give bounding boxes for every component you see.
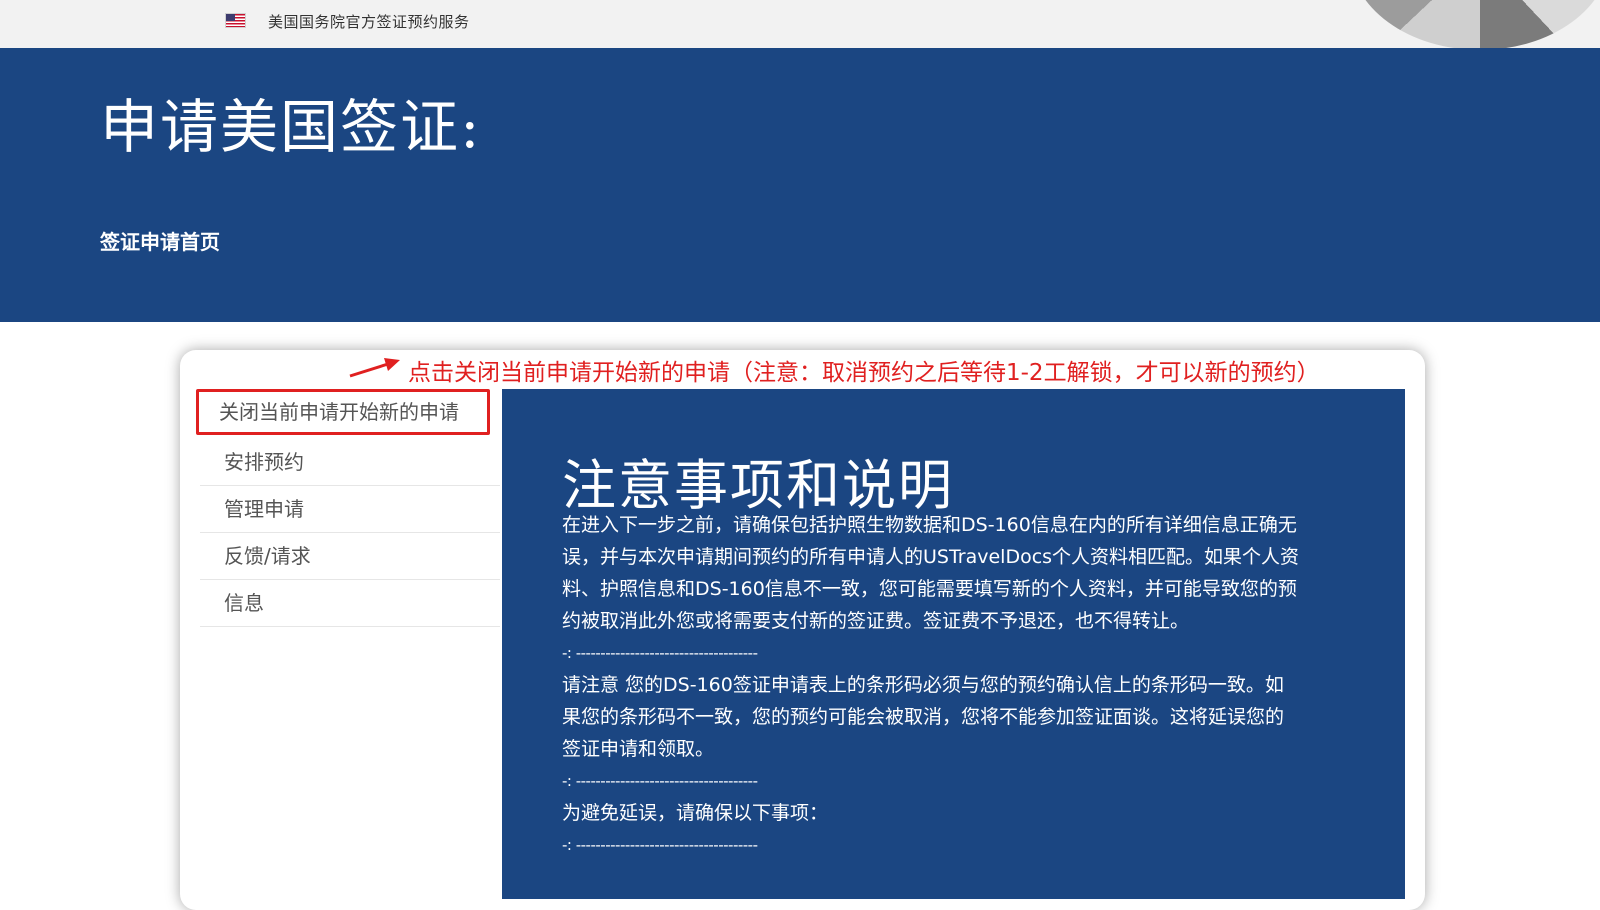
corner-decoration (1350, 0, 1600, 50)
sidebar-item-manage-application[interactable]: 管理申请 (200, 486, 500, 533)
us-flag-icon (226, 14, 245, 27)
sidebar: 关闭当前申请开始新的申请 安排预约 管理申请 反馈/请求 信息 (196, 389, 500, 627)
instructions-paragraph-1: 在进入下一步之前，请确保包括护照生物数据和DS-160信息在内的所有详细信息正确… (562, 514, 1300, 632)
page-title: 申请美国签证: (100, 93, 482, 161)
annotation-arrow-icon (349, 358, 400, 378)
page-header: 申请美国签证: 签证申请首页 (0, 48, 1600, 322)
divider-line: -: ------------------------------------- (562, 644, 758, 662)
sidebar-item-close-current-application[interactable]: 关闭当前申请开始新的申请 (196, 389, 490, 435)
main-panel: 注意事项和说明 在进入下一步之前，请确保包括护照生物数据和DS-160信息在内的… (502, 389, 1405, 899)
top-bar: 美国国务院官方签证预约服务 (0, 0, 1600, 50)
breadcrumb-home[interactable]: 签证申请首页 (100, 226, 220, 255)
divider-line: -: ------------------------------------- (562, 772, 758, 790)
instructions-text: 在进入下一步之前，请确保包括护照生物数据和DS-160信息在内的所有详细信息正确… (562, 509, 1302, 861)
annotation-text: 点击关闭当前申请开始新的申请（注意：取消预约之后等待1-2工解锁，才可以新的预约… (408, 360, 1320, 386)
site-name: 美国国务院官方签证预约服务 (268, 13, 470, 31)
sidebar-item-info[interactable]: 信息 (200, 580, 500, 627)
sidebar-item-feedback[interactable]: 反馈/请求 (200, 533, 500, 580)
divider-line: -: ------------------------------------- (562, 836, 758, 854)
sidebar-item-schedule-appointment[interactable]: 安排预约 (200, 439, 500, 486)
instructions-paragraph-3: 为避免延误，请确保以下事项： (562, 802, 829, 824)
instructions-paragraph-2: 请注意 您的DS-160签证申请表上的条形码必须与您的预约确认信上的条形码一致。… (562, 674, 1285, 760)
